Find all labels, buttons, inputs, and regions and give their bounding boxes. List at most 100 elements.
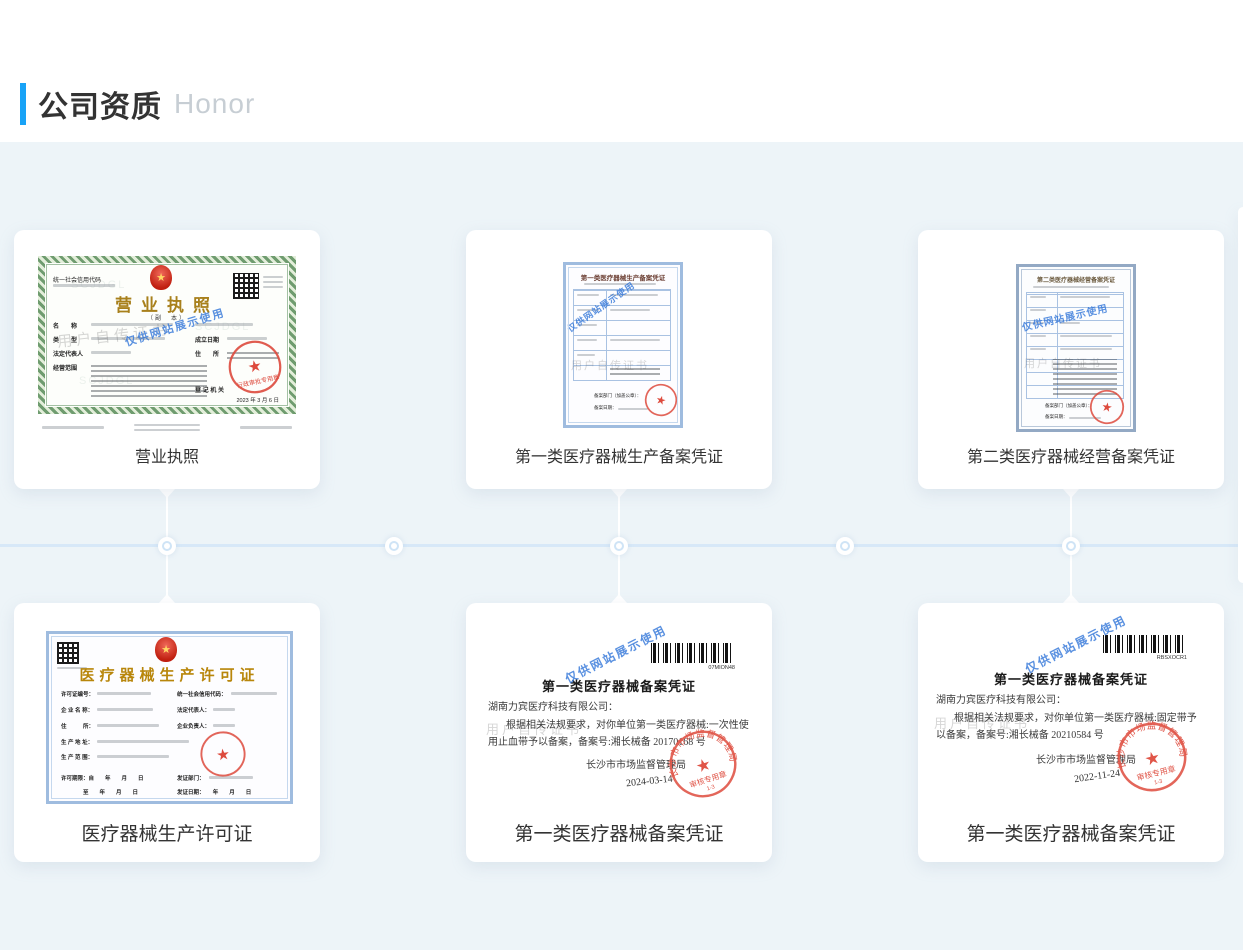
- certificate-card-prod-filing[interactable]: 第一类医疗器械生产备案凭证 用户自传证书 仅供网站展示使用 备案部门（加盖公章）…: [466, 230, 772, 489]
- card-caption: 第一类医疗器械备案凭证: [918, 819, 1224, 846]
- card-caption: 第一类医疗器械生产备案凭证: [466, 443, 772, 467]
- seal-number: 1-3: [1154, 779, 1164, 787]
- blurred-text-line: [263, 281, 283, 283]
- blurred-micro-print: [240, 426, 292, 429]
- card-tail-up: [1063, 594, 1079, 603]
- seal-star-icon: ★: [246, 357, 263, 377]
- blurred-scope-text: [91, 363, 207, 397]
- blurred-cell: [1030, 335, 1046, 337]
- section-subtitle: Honor: [174, 88, 255, 120]
- upload-watermark: 用户自传证书: [486, 719, 582, 738]
- term-label: 许可期限：自 年 月 日: [61, 774, 144, 782]
- card-caption: 第一类医疗器械备案凭证: [466, 819, 772, 846]
- no-label: 许可证编号：: [61, 690, 94, 698]
- field-scope-label: 经营范围: [53, 363, 77, 372]
- card-tail-down: [1063, 489, 1079, 498]
- blurred-cell: [1030, 296, 1046, 298]
- blurred-value: [213, 724, 235, 727]
- timeline-dot: [158, 537, 176, 555]
- seal-star-icon: ★: [1100, 399, 1113, 415]
- card-caption: 营业执照: [14, 443, 320, 467]
- timeline-dot: [610, 537, 628, 555]
- blurred-cell: [610, 339, 660, 341]
- blurred-filing-no: [1033, 286, 1109, 288]
- registrar-label: 登 记 机 关: [195, 385, 224, 394]
- issue-date: 2024-03-14: [626, 774, 674, 790]
- blurred-cell: [1030, 348, 1046, 350]
- blurred-cell: [1060, 296, 1110, 298]
- cert-title: 第二类医疗器械经营备案凭证: [1019, 275, 1133, 284]
- certificate-card-business-license[interactable]: SCJDGL SCJDGL SCJDGL 统一社会信用代码 ★ 营业执照 （副 …: [14, 230, 320, 489]
- certificate-card-filing-b[interactable]: RBSXOCR1 第一类医疗器械备案凭证 湖南力宾医疗科技有限公司： 根据相关法…: [918, 603, 1224, 862]
- barcode-text: RBSXOCR1: [1103, 655, 1187, 661]
- card-tail-down: [159, 489, 175, 498]
- issue-date-label: 发证日期： 年 月 日: [177, 788, 251, 796]
- issue-date: 2022-11-24: [1073, 768, 1120, 785]
- card-tail-up: [611, 594, 627, 603]
- company-line: 湖南力宾医疗科技有限公司：: [488, 698, 618, 713]
- blurred-text-line: [263, 286, 283, 288]
- cert-title: 第一类医疗器械备案凭证: [466, 676, 772, 695]
- blurred-cell: [1060, 348, 1112, 350]
- section-header: 公司资质 Honor: [20, 82, 255, 126]
- prod-license-image: ★ 医疗器械生产许可证 许可证编号： 统一社会信用代码： 企 业 名 称： 法定…: [46, 631, 293, 804]
- seal-star-icon: ★: [1142, 747, 1162, 770]
- card-tail-up: [159, 594, 175, 603]
- blurred-value: [97, 708, 153, 711]
- blurred-credit-code: [53, 284, 115, 287]
- upload-watermark: 用户自传证书: [1024, 355, 1102, 371]
- certificate-card-prod-license[interactable]: ★ 医疗器械生产许可证 许可证编号： 统一社会信用代码： 企 业 名 称： 法定…: [14, 603, 320, 862]
- blurred-cell: [577, 339, 597, 341]
- field-established-label: 成立日期: [195, 335, 219, 344]
- red-seal: ★ 行政审批专用章: [222, 334, 288, 400]
- section-title: 公司资质: [38, 82, 162, 126]
- certificate-card-biz-filing[interactable]: 第二类医疗器械经营备案凭证 用户自传证书 仅供网站展示使用 备案部门（加盖公章）…: [918, 230, 1224, 489]
- blurred-micro-print: [42, 426, 104, 429]
- blurred-cell: [577, 354, 595, 356]
- dept-label: 备案部门（加盖公章）：: [1045, 403, 1092, 409]
- blurred-cell: [1060, 335, 1112, 337]
- next-card-peek: [1238, 207, 1243, 583]
- timeline-dot: [385, 537, 403, 555]
- barcode: [651, 643, 735, 663]
- blurred-value: [97, 755, 169, 758]
- seal-star-icon: ★: [215, 746, 231, 765]
- blurred-value: [213, 708, 235, 711]
- blurred-micro-print: [134, 429, 200, 431]
- blurred-value: [97, 692, 151, 695]
- manager-label: 企业负责人：: [177, 722, 210, 730]
- national-emblem-icon: ★: [155, 637, 177, 662]
- blurred-value: [231, 692, 277, 695]
- to-label: 至 年 月 日: [83, 788, 138, 796]
- issuer-label: 发证部门：: [177, 774, 205, 782]
- addr-label: 住 所：: [61, 722, 94, 730]
- upload-watermark: 用户自传证书: [934, 713, 1030, 732]
- seal-label: 行政审批专用章: [236, 373, 280, 390]
- date-label: 备案日期：: [1045, 414, 1068, 420]
- blurred-field-value: [91, 351, 131, 354]
- cert-title: 第一类医疗器械生产备案凭证: [566, 272, 680, 282]
- timeline-dot: [1062, 537, 1080, 555]
- red-seal: 长沙市市场监督管理局 ★ 审核专用章 1-3: [1108, 713, 1195, 800]
- red-seal: ★: [196, 727, 250, 781]
- card-caption: 医疗器械生产许可证: [14, 819, 320, 846]
- business-license-image: SCJDGL SCJDGL SCJDGL 统一社会信用代码 ★ 营业执照 （副 …: [38, 256, 296, 414]
- dept-label: 备案部门（加盖公章）：: [594, 393, 641, 399]
- field-address-label: 住 所: [195, 349, 219, 358]
- legal-label: 法定代表人：: [177, 706, 210, 714]
- blurred-cell: [577, 294, 599, 296]
- card-caption: 第二类医疗器械经营备案凭证: [918, 443, 1224, 467]
- blurred-cell: [610, 309, 650, 311]
- card-tail-down: [611, 489, 627, 498]
- qr-code: [233, 273, 259, 299]
- company-line: 湖南力宾医疗科技有限公司：: [936, 691, 1066, 706]
- timeline-dot: [836, 537, 854, 555]
- blurred-micro-print: [134, 424, 200, 426]
- red-seal: ★: [640, 379, 681, 420]
- accent-bar: [20, 83, 26, 125]
- credit-label: 统一社会信用代码：: [177, 690, 227, 698]
- date-label: 备案日期：: [594, 405, 617, 411]
- name-label: 企 业 名 称：: [61, 706, 93, 714]
- certificate-card-filing-a[interactable]: 07MION48 第一类医疗器械备案凭证 湖南力宾医疗科技有限公司： 根据相关法…: [466, 603, 772, 862]
- upload-watermark: 用户自传证书: [571, 357, 649, 373]
